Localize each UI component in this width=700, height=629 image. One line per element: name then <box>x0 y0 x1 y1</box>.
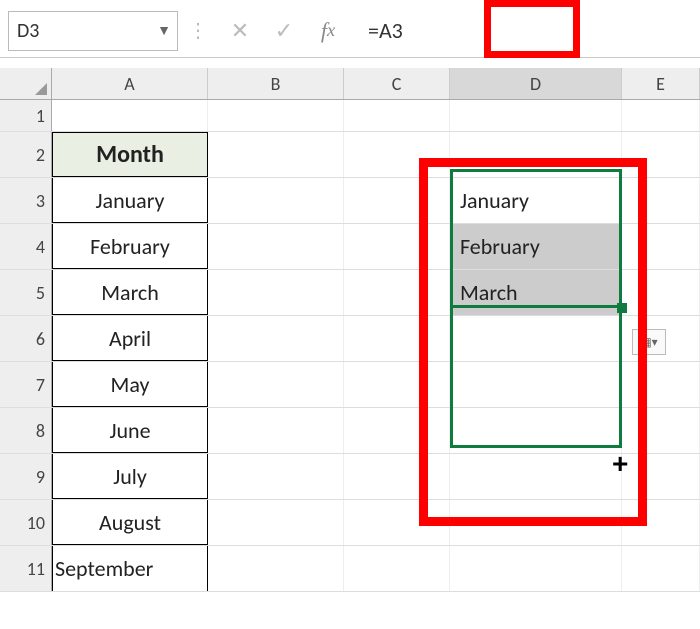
row: 1 <box>0 100 700 132</box>
cell-e7[interactable] <box>622 362 700 407</box>
col-header-e[interactable]: E <box>622 68 700 99</box>
cell-b10[interactable] <box>208 500 344 545</box>
column-headers: A B C D E <box>0 68 700 100</box>
cell-d10[interactable] <box>450 500 622 545</box>
accept-button[interactable]: ✓ <box>262 11 306 51</box>
cell-e2[interactable] <box>622 132 700 177</box>
row: 11 September <box>0 546 700 592</box>
cell-c6[interactable] <box>344 316 450 361</box>
cell-d11[interactable] <box>450 546 622 591</box>
row: 6 April <box>0 316 700 362</box>
col-header-d[interactable]: D <box>450 68 622 99</box>
row-header[interactable]: 4 <box>0 224 52 269</box>
cell-c9[interactable] <box>344 454 450 499</box>
cell-b3[interactable] <box>208 178 344 223</box>
cell-e5[interactable] <box>622 270 700 315</box>
row: 4 February February <box>0 224 700 270</box>
cell-c7[interactable] <box>344 362 450 407</box>
row: 2 Month <box>0 132 700 178</box>
cell-d9[interactable] <box>450 454 622 499</box>
row: 8 June <box>0 408 700 454</box>
cell-e8[interactable] <box>622 408 700 453</box>
row-header[interactable]: 5 <box>0 270 52 315</box>
row-header[interactable]: 6 <box>0 316 52 361</box>
cell-d4[interactable]: February <box>450 224 622 269</box>
formula-bar: D3 ▼ ⋮ ✕ ✓ fx =A3 <box>0 0 700 58</box>
cell-e10[interactable] <box>622 500 700 545</box>
cell-e9[interactable] <box>622 454 700 499</box>
cell-c11[interactable] <box>344 546 450 591</box>
grid-rows: 1 2 Month 3 January January 4 <box>0 100 700 592</box>
row-header[interactable]: 8 <box>0 408 52 453</box>
row-header[interactable]: 11 <box>0 546 52 591</box>
cancel-button[interactable]: ✕ <box>218 11 262 51</box>
cell-b6[interactable] <box>208 316 344 361</box>
cell-d7[interactable] <box>450 362 622 407</box>
cell-a7[interactable]: May <box>52 362 208 407</box>
cell-b11[interactable] <box>208 546 344 591</box>
cell-b5[interactable] <box>208 270 344 315</box>
row-header[interactable]: 9 <box>0 454 52 499</box>
autofill-icon: ▦▾ <box>640 335 657 350</box>
col-header-c[interactable]: C <box>344 68 450 99</box>
cell-e1[interactable] <box>622 100 700 131</box>
cell-b2[interactable] <box>208 132 344 177</box>
cell-a4[interactable]: February <box>52 224 208 269</box>
cell-b4[interactable] <box>208 224 344 269</box>
cell-b8[interactable] <box>208 408 344 453</box>
row: 10 August <box>0 500 700 546</box>
formula-input[interactable]: =A3 <box>350 11 692 51</box>
formula-text: =A3 <box>368 17 403 44</box>
cell-c4[interactable] <box>344 224 450 269</box>
cell-a9[interactable]: July <box>52 454 208 499</box>
cell-c8[interactable] <box>344 408 450 453</box>
name-box[interactable]: D3 ▼ <box>8 11 178 51</box>
cell-c5[interactable] <box>344 270 450 315</box>
cell-b7[interactable] <box>208 362 344 407</box>
row-header[interactable]: 10 <box>0 500 52 545</box>
spreadsheet-grid: A B C D E 1 2 Month 3 January <box>0 68 700 592</box>
cell-a10[interactable]: August <box>52 500 208 545</box>
cell-c2[interactable] <box>344 132 450 177</box>
cell-e3[interactable] <box>622 178 700 223</box>
row: 3 January January <box>0 178 700 224</box>
col-header-b[interactable]: B <box>208 68 344 99</box>
cell-a5[interactable]: March <box>52 270 208 315</box>
row: 7 May <box>0 362 700 408</box>
cell-a11[interactable]: September <box>52 546 208 591</box>
cell-d5[interactable]: March <box>450 270 622 315</box>
fx-button[interactable]: fx <box>306 11 350 51</box>
cell-e11[interactable] <box>622 546 700 591</box>
cell-a2-month-header[interactable]: Month <box>52 132 208 177</box>
cell-d2[interactable] <box>450 132 622 177</box>
row-header[interactable]: 2 <box>0 132 52 177</box>
cell-d8[interactable] <box>450 408 622 453</box>
cell-d6[interactable] <box>450 316 622 361</box>
cell-d1[interactable] <box>450 100 622 131</box>
cell-c10[interactable] <box>344 500 450 545</box>
chevron-down-icon[interactable]: ▼ <box>157 22 171 39</box>
row-header[interactable]: 3 <box>0 178 52 223</box>
row-header[interactable]: 1 <box>0 100 52 131</box>
cell-a3[interactable]: January <box>52 178 208 223</box>
separator-icon: ⋮ <box>188 18 208 43</box>
cell-e4[interactable] <box>622 224 700 269</box>
cell-a1[interactable] <box>52 100 208 131</box>
col-header-a[interactable]: A <box>52 68 208 99</box>
row-header[interactable]: 7 <box>0 362 52 407</box>
name-box-value: D3 <box>17 19 39 43</box>
cell-c3[interactable] <box>344 178 450 223</box>
cell-a6[interactable]: April <box>52 316 208 361</box>
cell-d3-active[interactable]: January <box>450 178 622 223</box>
cell-b9[interactable] <box>208 454 344 499</box>
row: 9 July <box>0 454 700 500</box>
cell-a8[interactable]: June <box>52 408 208 453</box>
cell-b1[interactable] <box>208 100 344 131</box>
autofill-options-button[interactable]: ▦▾ <box>632 329 666 355</box>
row: 5 March March <box>0 270 700 316</box>
select-all-corner[interactable] <box>0 68 52 99</box>
cell-c1[interactable] <box>344 100 450 131</box>
